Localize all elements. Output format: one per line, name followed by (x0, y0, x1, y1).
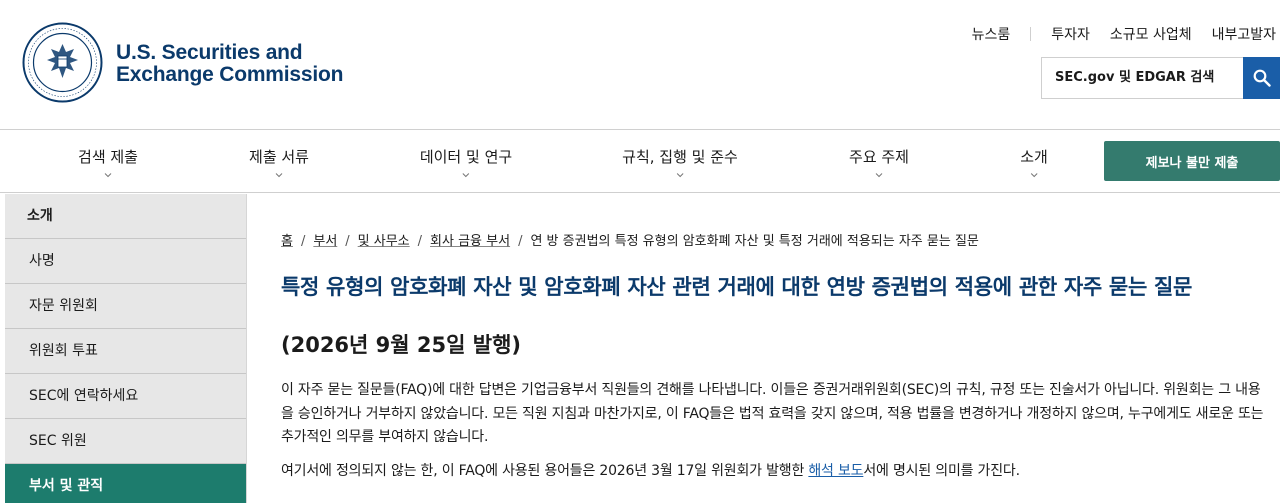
definitions-paragraph: 여기서에 정의되지 않는 한, 이 FAQ에 사용된 용어들은 2026년 3월… (281, 460, 1271, 484)
breadcrumb-offices[interactable]: 및 사무소 (358, 234, 410, 249)
utility-link-newsroom[interactable]: 뉴스룸 (972, 24, 1011, 44)
nav-item-about[interactable]: 소개 (1020, 146, 1048, 179)
sidebar-item-divisions-offices[interactable]: 부서 및 관직 (5, 464, 246, 503)
nav-item-search-filings[interactable]: 검색 제출 (78, 146, 138, 179)
page-subtitle: (2026년 9월 25일 발행) (281, 333, 522, 357)
breadcrumb-separator: / (345, 234, 350, 249)
breadcrumb-separator: / (417, 234, 423, 249)
utility-link-whistleblower[interactable]: 내부고발자 (1212, 24, 1276, 44)
breadcrumb-corp-fin[interactable]: 회사 금융 부서 (430, 234, 510, 249)
utility-link-small-business[interactable]: 소규모 사업체 (1110, 24, 1192, 44)
chevron-down-icon (875, 173, 883, 178)
sidebar-item-advisory-committees[interactable]: 자문 위원회 (5, 284, 246, 329)
utility-separator (1030, 27, 1032, 41)
nav-item-label: 주요 주제 (849, 148, 909, 166)
nav-item-label: 검색 제출 (78, 148, 138, 166)
page-title: 특정 유형의 암호화폐 자산 및 암호화폐 자산 관련 거래에 대한 연방 증권… (281, 275, 1193, 299)
chevron-down-icon (462, 173, 470, 178)
breadcrumb-separator: / (518, 234, 523, 249)
site-header: U.S. Securities and Exchange Commission … (0, 0, 1280, 130)
sidebar-item-contact-sec[interactable]: SEC에 연락하세요 (5, 374, 246, 419)
definitions-text-before: 여기서에 정의되지 않는 한, 이 FAQ에 사용된 용어들은 2026년 3월… (281, 462, 809, 479)
main-content: 홈 / 부서 / 및 사무소 / 회사 금융 부서 / 연 방 증권법의 특정 유형의 암호화폐… (281, 230, 1271, 483)
utility-link-investors[interactable]: 투자자 (1051, 24, 1090, 44)
search-input[interactable]: SEC.gov 및 EDGAR 검색 (1041, 57, 1244, 99)
chevron-down-icon (104, 173, 112, 178)
chevron-down-icon (275, 173, 283, 178)
nav-item-filings[interactable]: 제출 서류 (249, 146, 309, 179)
nav-item-label: 제출 서류 (249, 148, 309, 166)
nav-item-rules-enforcement[interactable]: 규칙, 집행 및 준수 (622, 146, 738, 179)
sec-seal-icon[interactable] (22, 22, 103, 103)
intro-paragraph: 이 자주 묻는 질문들(FAQ)에 대한 답변은 기업금융부서 직원들의 견해를… (281, 382, 1264, 445)
submit-tip-button[interactable]: 제보나 불만 제출 (1104, 141, 1280, 181)
logo-line-1: U.S. Securities and (116, 41, 303, 64)
sidebar-item-commissioners[interactable]: SEC 위원 (5, 419, 246, 464)
search-icon (1253, 69, 1271, 87)
breadcrumb-separator: / (300, 234, 306, 249)
main-nav: 검색 제출 제출 서류 데이터 및 연구 규칙, 집행 및 준수 주요 주제 소… (0, 130, 1280, 193)
breadcrumb-home[interactable]: 홈 (281, 234, 293, 249)
sidebar-item-mission[interactable]: 사명 (5, 239, 246, 284)
nav-item-label: 소개 (1020, 148, 1048, 166)
breadcrumb-current: 연 방 증권법의 특정 유형의 암호화폐 자산 및 특정 거래에 적용되는 자주… (530, 234, 979, 249)
nav-item-label: 데이터 및 연구 (419, 148, 513, 166)
nav-item-data-research[interactable]: 데이터 및 연구 (420, 146, 512, 179)
utility-nav: 뉴스룸 투자자 소규모 사업체 내부고발자 (972, 24, 1276, 44)
logo-line-2: Exchange Commission (116, 63, 344, 86)
interpretive-release-link[interactable]: 해석 보도 (808, 463, 863, 479)
search-button[interactable] (1243, 57, 1280, 99)
chevron-down-icon (1030, 173, 1038, 178)
sidebar: 소개 사명 자문 위원회 위원회 투표 SEC에 연락하세요 SEC 위원 부서… (5, 194, 246, 503)
sidebar-heading[interactable]: 소개 (5, 194, 246, 239)
breadcrumb: 홈 / 부서 / 및 사무소 / 회사 금융 부서 / 연 방 증권법의 특정 유형의 암호화폐… (281, 230, 1271, 249)
nav-item-label: 규칙, 집행 및 준수 (622, 148, 738, 166)
nav-item-key-topics[interactable]: 주요 주제 (849, 146, 909, 179)
breadcrumb-divisions[interactable]: 부서 (313, 234, 337, 249)
sidebar-divider (246, 194, 247, 503)
site-logo-text[interactable]: U.S. Securities and Exchange Commission (116, 42, 343, 86)
chevron-down-icon (676, 173, 684, 178)
sidebar-item-commission-votes[interactable]: 위원회 투표 (5, 329, 246, 374)
definitions-text-after: 서에 명시된 의미를 가진다. (863, 462, 1020, 479)
